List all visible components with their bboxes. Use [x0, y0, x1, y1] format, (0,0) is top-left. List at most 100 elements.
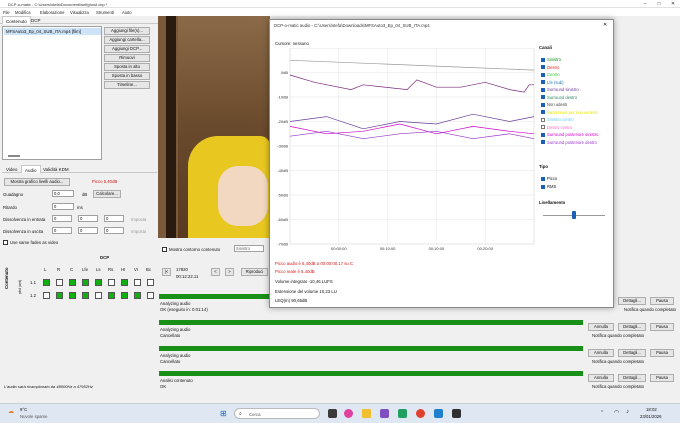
play-button[interactable]: Riproduci	[241, 268, 268, 276]
job-details-button[interactable]: Dettagli...	[618, 323, 646, 331]
add-files-button[interactable]: Aggiungi file(s)...	[104, 27, 150, 35]
channel-checkbox[interactable]	[541, 87, 545, 92]
windows-start-icon[interactable]: ⊞	[220, 409, 227, 418]
matrix-cell[interactable]	[134, 279, 141, 286]
dialog-close-icon[interactable]: ✕	[603, 22, 607, 28]
smoothing-slider-thumb[interactable]	[572, 211, 576, 219]
channel-item[interactable]: Centro	[541, 72, 560, 77]
channel-checkbox[interactable]	[541, 57, 545, 62]
job-pause-button[interactable]: Pausa	[650, 374, 674, 382]
channel-item[interactable]: Destro centro	[541, 125, 572, 130]
menu-visualizza[interactable]: Visualizza	[70, 10, 89, 15]
job-pause-button[interactable]: Pausa	[650, 349, 674, 357]
job-notify[interactable]: Notifica quando completato	[592, 333, 644, 338]
job-details-button[interactable]: Dettagli...	[618, 349, 646, 357]
fade-in-set-button[interactable]: Imposta	[131, 217, 146, 222]
store-icon[interactable]	[398, 409, 407, 418]
eye-select[interactable]: Sinistro	[234, 245, 264, 252]
outline-checkbox[interactable]	[162, 247, 167, 252]
matrix-cell[interactable]	[43, 292, 50, 299]
channel-checkbox[interactable]	[541, 72, 545, 77]
channel-checkbox[interactable]	[541, 140, 545, 144]
channel-item[interactable]: Sinistro	[541, 57, 561, 62]
search-box[interactable]: ⌕ Cerca	[234, 408, 320, 419]
matrix-cell[interactable]	[69, 292, 76, 299]
same-fades-checkbox[interactable]	[3, 240, 8, 245]
job-pause-button[interactable]: Pausa	[650, 297, 674, 305]
chrome-icon[interactable]	[416, 409, 425, 418]
fade-out-minutes[interactable]: 0	[78, 227, 98, 234]
fade-in-seconds[interactable]: 0	[104, 215, 124, 222]
channel-checkbox[interactable]	[541, 65, 545, 69]
content-list-item[interactable]: MFSAuto3_Ep_04_SUB_ITA.mp4 [film]	[4, 28, 101, 35]
job-details-button[interactable]: Dettagli...	[618, 374, 646, 382]
channel-item[interactable]: Surround posteriore sinistro	[541, 132, 598, 137]
job-cancel-button[interactable]: Annulla	[588, 349, 614, 357]
task-view-icon[interactable]	[328, 409, 337, 418]
channel-checkbox[interactable]	[541, 80, 545, 84]
menu-strumenti[interactable]: Strumenti	[96, 10, 114, 15]
matrix-cell[interactable]	[121, 279, 128, 286]
menu-aiuto[interactable]: Aiuto	[122, 10, 132, 15]
channel-item[interactable]: Narrazione per non vedenti	[541, 110, 598, 115]
tab-dcp[interactable]: DCP	[28, 16, 44, 24]
matrix-cell[interactable]	[56, 279, 63, 286]
job-cancel-button[interactable]: Annulla	[588, 323, 614, 331]
step-back-button[interactable]: <	[211, 268, 220, 276]
volume-icon[interactable]: ♪	[626, 409, 629, 415]
file-explorer-icon[interactable]	[362, 409, 371, 418]
tab-contenuto[interactable]: Contenuto	[2, 16, 31, 24]
matrix-cell[interactable]	[56, 292, 63, 299]
add-dcp-button[interactable]: Aggiungi DCP...	[104, 45, 150, 53]
matrix-cell[interactable]	[95, 279, 102, 286]
show-audio-graph-button[interactable]: Mostra grafico livelli audio...	[4, 178, 70, 186]
job-notify[interactable]: Notifica quando completato	[592, 384, 644, 389]
channel-checkbox[interactable]	[541, 132, 545, 137]
channel-item[interactable]: Surround sinistro	[541, 87, 579, 92]
type-peak-checkbox[interactable]	[541, 176, 545, 181]
menu-file[interactable]: File	[3, 10, 10, 15]
matrix-cell[interactable]	[121, 292, 128, 299]
channel-checkbox[interactable]	[541, 125, 545, 129]
copilot-icon[interactable]	[344, 409, 353, 418]
wifi-icon[interactable]: ◠	[614, 409, 619, 416]
type-rms-checkbox[interactable]	[541, 184, 545, 189]
job-notify[interactable]: Notifica quando completato	[592, 359, 644, 364]
matrix-cell[interactable]	[108, 279, 115, 286]
channel-checkbox[interactable]	[541, 102, 545, 107]
tab-audio[interactable]: Audio	[21, 165, 41, 173]
fade-out-hours[interactable]: 0	[52, 227, 72, 234]
menu-modifica[interactable]: Modifica	[15, 10, 31, 15]
move-down-button[interactable]: Sposta in basso	[104, 72, 150, 80]
channel-checkbox[interactable]	[541, 110, 545, 114]
type-peak[interactable]: Picco	[541, 176, 557, 181]
matrix-cell[interactable]	[69, 279, 76, 286]
content-list[interactable]: MFSAuto3_Ep_04_SUB_ITA.mp4 [film]	[2, 26, 102, 160]
job-notify[interactable]: Notifica quando completato	[624, 307, 676, 312]
channel-checkbox[interactable]	[541, 95, 545, 99]
fade-out-set-button[interactable]: Imposta	[131, 229, 146, 234]
type-rms[interactable]: RMS	[541, 184, 556, 189]
matrix-cell[interactable]	[43, 279, 50, 286]
move-up-button[interactable]: Sposta in alto	[104, 63, 150, 71]
dcp-o-matic-icon[interactable]	[452, 409, 461, 418]
matrix-cell[interactable]	[82, 279, 89, 286]
matrix-cell[interactable]	[147, 292, 154, 299]
channel-checkbox[interactable]	[541, 117, 545, 122]
fade-out-seconds[interactable]: 0	[104, 227, 124, 234]
list-scrollbar[interactable]	[8, 155, 20, 157]
remove-button[interactable]: Rimuovi	[104, 54, 150, 62]
job-cancel-button[interactable]: Annulla	[588, 374, 614, 382]
step-forward-button[interactable]: >	[225, 268, 234, 276]
matrix-cell[interactable]	[147, 279, 154, 286]
matrix-cell[interactable]	[134, 292, 141, 299]
channel-item[interactable]: Sinistro centro	[541, 117, 574, 122]
maximize-icon[interactable]: □	[652, 0, 666, 8]
matrix-cell[interactable]	[95, 292, 102, 299]
fade-in-hours[interactable]: 0	[52, 215, 72, 222]
edge-icon[interactable]	[434, 409, 443, 418]
fade-in-minutes[interactable]: 0	[78, 215, 98, 222]
channel-item[interactable]: Surround destro	[541, 95, 577, 100]
matrix-cell[interactable]	[82, 292, 89, 299]
go-start-button[interactable]: |<	[162, 268, 171, 276]
